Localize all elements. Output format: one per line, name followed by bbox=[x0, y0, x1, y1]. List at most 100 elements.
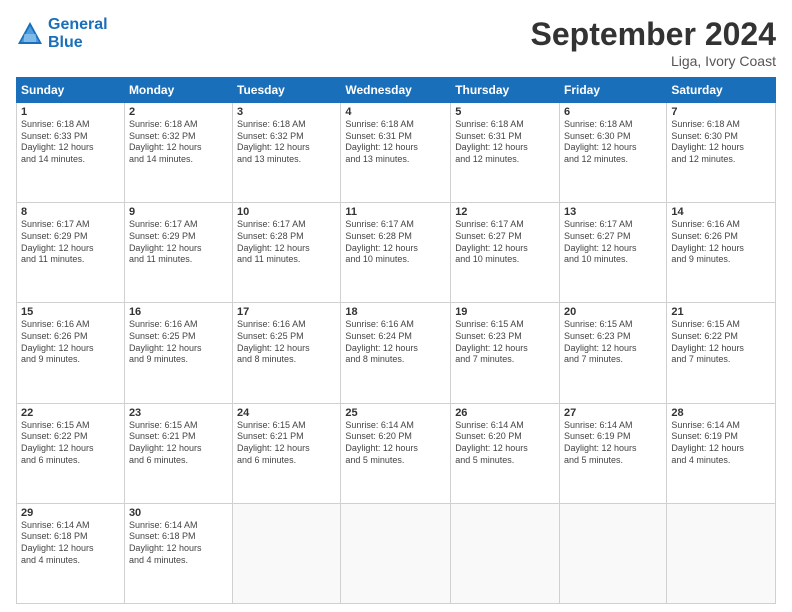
day-info: Sunrise: 6:18 AM Sunset: 6:30 PM Dayligh… bbox=[671, 119, 771, 166]
day-number: 29 bbox=[21, 507, 120, 519]
weekday-header-cell: Friday bbox=[560, 78, 667, 103]
day-number: 9 bbox=[129, 206, 228, 218]
day-info: Sunrise: 6:18 AM Sunset: 6:33 PM Dayligh… bbox=[21, 119, 120, 166]
day-info: Sunrise: 6:17 AM Sunset: 6:29 PM Dayligh… bbox=[129, 219, 228, 266]
day-info: Sunrise: 6:17 AM Sunset: 6:28 PM Dayligh… bbox=[237, 219, 336, 266]
calendar-week-row: 29Sunrise: 6:14 AM Sunset: 6:18 PM Dayli… bbox=[17, 503, 776, 603]
day-number: 24 bbox=[237, 407, 336, 419]
calendar-day-cell: 13Sunrise: 6:17 AM Sunset: 6:27 PM Dayli… bbox=[560, 203, 667, 303]
calendar-day-cell: 8Sunrise: 6:17 AM Sunset: 6:29 PM Daylig… bbox=[17, 203, 125, 303]
day-number: 27 bbox=[564, 407, 662, 419]
day-info: Sunrise: 6:16 AM Sunset: 6:26 PM Dayligh… bbox=[21, 319, 120, 366]
calendar-day-cell: 26Sunrise: 6:14 AM Sunset: 6:20 PM Dayli… bbox=[451, 403, 560, 503]
day-number: 10 bbox=[237, 206, 336, 218]
calendar-day-cell: 16Sunrise: 6:16 AM Sunset: 6:25 PM Dayli… bbox=[124, 303, 232, 403]
calendar-body: 1Sunrise: 6:18 AM Sunset: 6:33 PM Daylig… bbox=[17, 103, 776, 604]
logo-text: General Blue bbox=[48, 16, 108, 51]
calendar-day-cell: 12Sunrise: 6:17 AM Sunset: 6:27 PM Dayli… bbox=[451, 203, 560, 303]
day-number: 12 bbox=[455, 206, 555, 218]
calendar-week-row: 15Sunrise: 6:16 AM Sunset: 6:26 PM Dayli… bbox=[17, 303, 776, 403]
weekday-header-cell: Wednesday bbox=[341, 78, 451, 103]
calendar-week-row: 1Sunrise: 6:18 AM Sunset: 6:33 PM Daylig… bbox=[17, 103, 776, 203]
weekday-header-cell: Sunday bbox=[17, 78, 125, 103]
day-info: Sunrise: 6:16 AM Sunset: 6:26 PM Dayligh… bbox=[671, 219, 771, 266]
calendar-day-cell: 23Sunrise: 6:15 AM Sunset: 6:21 PM Dayli… bbox=[124, 403, 232, 503]
day-number: 28 bbox=[671, 407, 771, 419]
calendar-day-cell: 25Sunrise: 6:14 AM Sunset: 6:20 PM Dayli… bbox=[341, 403, 451, 503]
calendar-day-cell: 20Sunrise: 6:15 AM Sunset: 6:23 PM Dayli… bbox=[560, 303, 667, 403]
location: Liga, Ivory Coast bbox=[531, 53, 776, 69]
day-info: Sunrise: 6:14 AM Sunset: 6:20 PM Dayligh… bbox=[345, 420, 446, 467]
day-number: 30 bbox=[129, 507, 228, 519]
calendar-day-cell: 5Sunrise: 6:18 AM Sunset: 6:31 PM Daylig… bbox=[451, 103, 560, 203]
calendar-day-cell: 3Sunrise: 6:18 AM Sunset: 6:32 PM Daylig… bbox=[233, 103, 341, 203]
calendar-table: SundayMondayTuesdayWednesdayThursdayFrid… bbox=[16, 77, 776, 604]
day-number: 7 bbox=[671, 106, 771, 118]
calendar-week-row: 22Sunrise: 6:15 AM Sunset: 6:22 PM Dayli… bbox=[17, 403, 776, 503]
day-info: Sunrise: 6:14 AM Sunset: 6:19 PM Dayligh… bbox=[564, 420, 662, 467]
calendar-day-cell: 29Sunrise: 6:14 AM Sunset: 6:18 PM Dayli… bbox=[17, 503, 125, 603]
day-info: Sunrise: 6:18 AM Sunset: 6:30 PM Dayligh… bbox=[564, 119, 662, 166]
calendar-day-cell: 27Sunrise: 6:14 AM Sunset: 6:19 PM Dayli… bbox=[560, 403, 667, 503]
logo: General Blue bbox=[16, 16, 108, 51]
calendar-day-cell: 30Sunrise: 6:14 AM Sunset: 6:18 PM Dayli… bbox=[124, 503, 232, 603]
day-number: 5 bbox=[455, 106, 555, 118]
day-info: Sunrise: 6:15 AM Sunset: 6:22 PM Dayligh… bbox=[671, 319, 771, 366]
calendar-day-cell: 28Sunrise: 6:14 AM Sunset: 6:19 PM Dayli… bbox=[667, 403, 776, 503]
calendar-day-cell: 1Sunrise: 6:18 AM Sunset: 6:33 PM Daylig… bbox=[17, 103, 125, 203]
calendar-day-cell bbox=[451, 503, 560, 603]
day-number: 11 bbox=[345, 206, 446, 218]
day-number: 8 bbox=[21, 206, 120, 218]
calendar-day-cell bbox=[560, 503, 667, 603]
weekday-header: SundayMondayTuesdayWednesdayThursdayFrid… bbox=[17, 78, 776, 103]
day-info: Sunrise: 6:16 AM Sunset: 6:25 PM Dayligh… bbox=[237, 319, 336, 366]
month-title: September 2024 bbox=[531, 16, 776, 53]
day-number: 17 bbox=[237, 306, 336, 318]
day-number: 20 bbox=[564, 306, 662, 318]
title-area: September 2024 Liga, Ivory Coast bbox=[531, 16, 776, 69]
day-info: Sunrise: 6:17 AM Sunset: 6:27 PM Dayligh… bbox=[564, 219, 662, 266]
calendar-day-cell: 17Sunrise: 6:16 AM Sunset: 6:25 PM Dayli… bbox=[233, 303, 341, 403]
calendar-day-cell: 21Sunrise: 6:15 AM Sunset: 6:22 PM Dayli… bbox=[667, 303, 776, 403]
day-number: 16 bbox=[129, 306, 228, 318]
calendar-day-cell: 14Sunrise: 6:16 AM Sunset: 6:26 PM Dayli… bbox=[667, 203, 776, 303]
calendar-day-cell bbox=[341, 503, 451, 603]
weekday-header-cell: Monday bbox=[124, 78, 232, 103]
weekday-header-cell: Saturday bbox=[667, 78, 776, 103]
calendar-day-cell: 9Sunrise: 6:17 AM Sunset: 6:29 PM Daylig… bbox=[124, 203, 232, 303]
day-number: 18 bbox=[345, 306, 446, 318]
day-number: 4 bbox=[345, 106, 446, 118]
day-info: Sunrise: 6:18 AM Sunset: 6:31 PM Dayligh… bbox=[345, 119, 446, 166]
calendar-day-cell: 7Sunrise: 6:18 AM Sunset: 6:30 PM Daylig… bbox=[667, 103, 776, 203]
day-number: 6 bbox=[564, 106, 662, 118]
logo-icon bbox=[16, 20, 44, 48]
day-info: Sunrise: 6:17 AM Sunset: 6:29 PM Dayligh… bbox=[21, 219, 120, 266]
day-info: Sunrise: 6:17 AM Sunset: 6:28 PM Dayligh… bbox=[345, 219, 446, 266]
day-number: 14 bbox=[671, 206, 771, 218]
calendar-day-cell: 19Sunrise: 6:15 AM Sunset: 6:23 PM Dayli… bbox=[451, 303, 560, 403]
day-info: Sunrise: 6:18 AM Sunset: 6:31 PM Dayligh… bbox=[455, 119, 555, 166]
day-number: 21 bbox=[671, 306, 771, 318]
calendar-day-cell bbox=[233, 503, 341, 603]
day-number: 3 bbox=[237, 106, 336, 118]
calendar-day-cell: 22Sunrise: 6:15 AM Sunset: 6:22 PM Dayli… bbox=[17, 403, 125, 503]
weekday-header-cell: Thursday bbox=[451, 78, 560, 103]
calendar-week-row: 8Sunrise: 6:17 AM Sunset: 6:29 PM Daylig… bbox=[17, 203, 776, 303]
day-info: Sunrise: 6:16 AM Sunset: 6:24 PM Dayligh… bbox=[345, 319, 446, 366]
calendar-day-cell: 24Sunrise: 6:15 AM Sunset: 6:21 PM Dayli… bbox=[233, 403, 341, 503]
day-info: Sunrise: 6:15 AM Sunset: 6:23 PM Dayligh… bbox=[564, 319, 662, 366]
day-info: Sunrise: 6:14 AM Sunset: 6:18 PM Dayligh… bbox=[129, 520, 228, 567]
day-info: Sunrise: 6:17 AM Sunset: 6:27 PM Dayligh… bbox=[455, 219, 555, 266]
page: General Blue September 2024 Liga, Ivory … bbox=[0, 0, 792, 612]
header: General Blue September 2024 Liga, Ivory … bbox=[16, 16, 776, 69]
day-info: Sunrise: 6:15 AM Sunset: 6:21 PM Dayligh… bbox=[129, 420, 228, 467]
day-number: 19 bbox=[455, 306, 555, 318]
calendar-day-cell: 18Sunrise: 6:16 AM Sunset: 6:24 PM Dayli… bbox=[341, 303, 451, 403]
calendar-day-cell: 2Sunrise: 6:18 AM Sunset: 6:32 PM Daylig… bbox=[124, 103, 232, 203]
day-number: 22 bbox=[21, 407, 120, 419]
day-number: 2 bbox=[129, 106, 228, 118]
day-number: 13 bbox=[564, 206, 662, 218]
day-number: 23 bbox=[129, 407, 228, 419]
day-info: Sunrise: 6:18 AM Sunset: 6:32 PM Dayligh… bbox=[237, 119, 336, 166]
day-info: Sunrise: 6:14 AM Sunset: 6:18 PM Dayligh… bbox=[21, 520, 120, 567]
